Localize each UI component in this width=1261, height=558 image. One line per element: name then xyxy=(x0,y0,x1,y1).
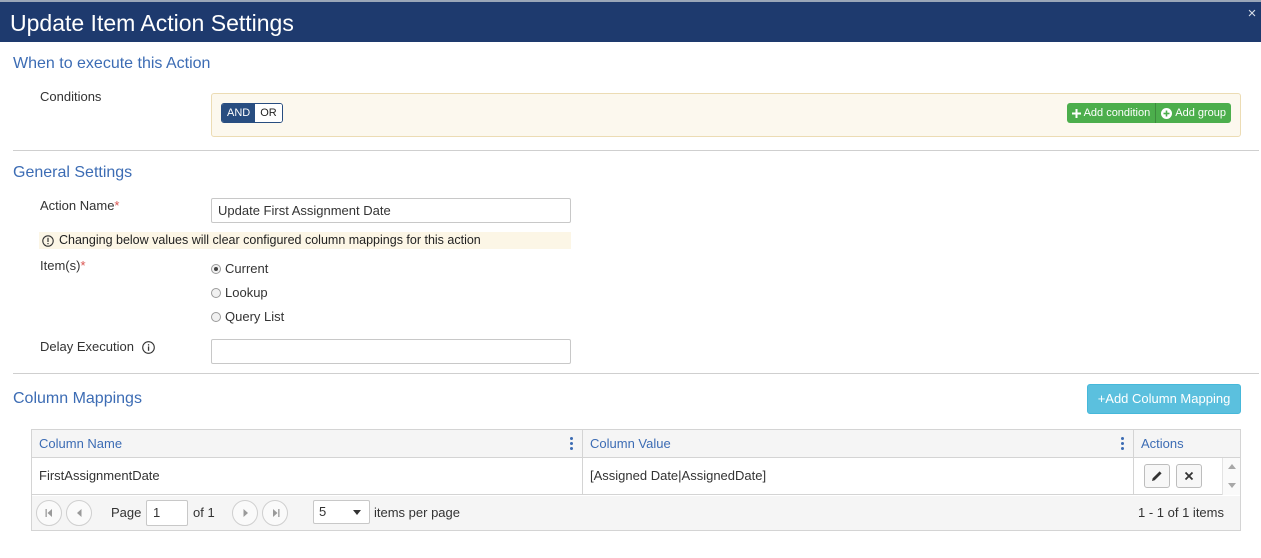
page-size-select[interactable]: 5 xyxy=(313,500,370,524)
chevron-down-icon xyxy=(353,510,361,515)
delay-execution-label: Delay Execution xyxy=(40,339,155,355)
add-condition-label: Add condition xyxy=(1083,107,1151,119)
next-page-button[interactable] xyxy=(232,500,258,526)
next-page-icon xyxy=(243,509,248,517)
pencil-icon xyxy=(1152,471,1162,481)
mapping-warning: Changing below values will clear configu… xyxy=(39,232,571,249)
plus-icon xyxy=(1071,108,1081,118)
page-number-input[interactable]: 1 xyxy=(146,500,188,526)
add-group-button[interactable]: Add group xyxy=(1155,103,1231,123)
column-header-actions: Actions xyxy=(1133,430,1222,458)
column-menu-icon[interactable] xyxy=(568,437,574,451)
radio-current[interactable] xyxy=(211,263,221,274)
warning-text: Changing below values will clear configu… xyxy=(59,233,481,247)
conditions-label: Conditions xyxy=(40,89,102,104)
last-page-icon xyxy=(272,509,279,517)
previous-page-icon xyxy=(76,509,81,517)
mappings-section-title: Column Mappings xyxy=(13,390,142,407)
column-header-value[interactable]: Column Value xyxy=(582,430,1133,458)
column-mappings-grid: Column Name Column Value Actions FirstAs… xyxy=(31,429,1241,531)
logic-or-button[interactable]: OR xyxy=(255,104,282,122)
items-label: Item(s)* xyxy=(40,258,86,273)
radio-query-list[interactable] xyxy=(211,311,221,322)
items-per-page-label: items per page xyxy=(374,505,460,520)
add-group-label: Add group xyxy=(1175,107,1226,119)
item-option-label: Current xyxy=(225,261,269,276)
close-icon xyxy=(1184,471,1194,481)
grid-header: Column Name Column Value Actions xyxy=(32,430,1240,458)
conditions-builder: AND OR Add condition Add group xyxy=(211,93,1241,137)
first-page-icon xyxy=(45,509,52,517)
previous-page-button[interactable] xyxy=(66,500,92,526)
delay-execution-input[interactable] xyxy=(211,339,571,364)
dialog-header: Update Item Action Settings × xyxy=(0,0,1261,42)
edit-button[interactable] xyxy=(1144,464,1170,488)
plus-circle-icon xyxy=(1161,107,1173,119)
action-name-input[interactable]: Update First Assignment Date xyxy=(211,198,571,223)
column-header-name[interactable]: Column Name xyxy=(32,430,582,458)
item-option-query-list[interactable]: Query List xyxy=(211,309,284,324)
radio-lookup[interactable] xyxy=(211,287,221,298)
page-count: of 1 xyxy=(193,505,215,520)
scroll-down-icon[interactable] xyxy=(1228,483,1236,488)
table-row: FirstAssignmentDate [Assigned Date|Assig… xyxy=(32,458,1240,495)
delete-button[interactable] xyxy=(1176,464,1202,488)
info-icon[interactable] xyxy=(142,340,155,354)
add-condition-button[interactable]: Add condition xyxy=(1066,103,1156,123)
pager-summary: 1 - 1 of 1 items xyxy=(1138,505,1224,520)
cell-column-name: FirstAssignmentDate xyxy=(39,468,160,483)
warning-icon xyxy=(42,234,54,247)
cell-column-value: [Assigned Date|AssignedDate] xyxy=(582,458,1133,494)
item-option-current[interactable]: Current xyxy=(211,261,268,276)
item-option-lookup[interactable]: Lookup xyxy=(211,285,268,300)
condition-actions: Add condition Add group xyxy=(1066,103,1231,123)
required-mark: * xyxy=(114,198,120,213)
last-page-button[interactable] xyxy=(262,500,288,526)
scroll-up-icon[interactable] xyxy=(1228,464,1236,469)
page-size-value: 5 xyxy=(319,504,327,519)
cell-actions xyxy=(1133,458,1222,494)
section-divider xyxy=(13,373,1259,374)
first-page-button[interactable] xyxy=(36,500,62,526)
grid-scrollbar[interactable] xyxy=(1222,458,1240,495)
logic-toggle: AND OR xyxy=(221,103,283,123)
page-label: Page xyxy=(111,505,142,520)
item-option-label: Query List xyxy=(225,309,285,324)
general-section-title: General Settings xyxy=(13,164,133,181)
item-option-label: Lookup xyxy=(225,285,268,300)
close-icon[interactable]: × xyxy=(1245,6,1259,22)
grid-pager: Page 1 of 1 5 items per page 1 - 1 of 1 … xyxy=(32,496,1240,530)
section-divider xyxy=(13,150,1259,151)
required-mark: * xyxy=(80,258,86,273)
dialog-title: Update Item Action Settings xyxy=(10,10,294,36)
add-column-mapping-button[interactable]: +Add Column Mapping xyxy=(1087,384,1241,414)
when-section-title: When to execute this Action xyxy=(13,55,211,72)
column-menu-icon[interactable] xyxy=(1119,437,1125,451)
logic-and-button[interactable]: AND xyxy=(222,104,256,122)
action-name-label: Action Name* xyxy=(40,198,120,213)
